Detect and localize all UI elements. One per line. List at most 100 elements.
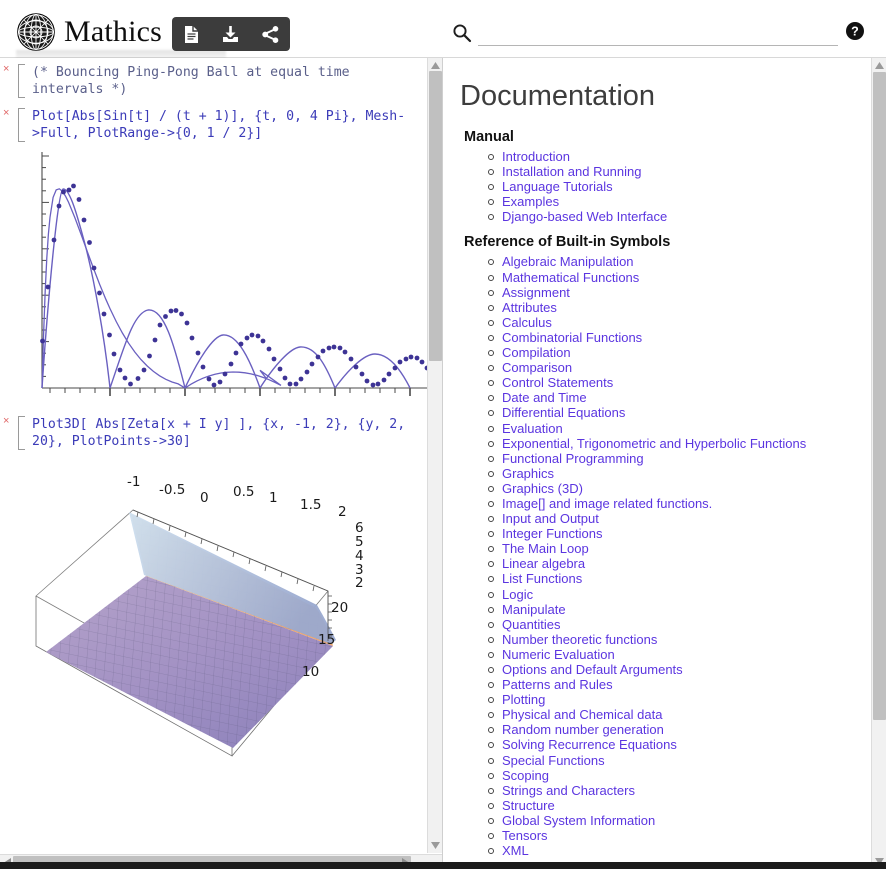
doc-link[interactable]: Differential Equations <box>502 405 625 420</box>
doc-link[interactable]: Number theoretic functions <box>502 632 657 647</box>
plot-2d-graphics <box>28 148 428 398</box>
new-document-button[interactable] <box>178 21 206 47</box>
help-button[interactable]: ? <box>846 22 864 40</box>
help-icon-glyph: ? <box>851 24 859 38</box>
scrollbar-thumb[interactable] <box>873 72 886 720</box>
search-icon[interactable] <box>452 23 472 43</box>
chevron-up-icon <box>431 62 440 69</box>
list-item: Quantities <box>502 617 854 632</box>
doc-link[interactable]: Functional Programming <box>502 451 644 466</box>
doc-link[interactable]: Examples <box>502 194 559 209</box>
input-cell[interactable]: × Plot3D[ Abs[Zeta[x + I y] ], {x, -1, 2… <box>0 410 428 454</box>
list-item: Solving Recurrence Equations <box>502 737 854 752</box>
brand-name: Mathics <box>64 12 162 52</box>
worksheet-cells[interactable]: × (* Bouncing Ping-Pong Ball at equal ti… <box>0 58 428 852</box>
delete-cell-button[interactable]: × <box>3 416 13 426</box>
doc-link[interactable]: Assignment <box>502 285 570 300</box>
list-item: Physical and Chemical data <box>502 707 854 722</box>
plot-3d-z-tick-labels: 6 5 4 3 2 <box>355 520 364 591</box>
doc-link[interactable]: Random number generation <box>502 722 664 737</box>
plot-2d-output <box>18 148 428 398</box>
doc-link[interactable]: Comparison <box>502 360 572 375</box>
code-text[interactable]: (* Bouncing Ping-Pong Ball at equal time… <box>28 62 428 100</box>
x-tick-label: 0.5 <box>233 484 254 500</box>
doc-link[interactable]: The Main Loop <box>502 541 589 556</box>
cell-body: (* Bouncing Ping-Pong Ball at equal time… <box>18 62 428 100</box>
doc-link[interactable]: Combinatorial Functions <box>502 330 642 345</box>
doc-link[interactable]: Strings and Characters <box>502 783 635 798</box>
doc-link[interactable]: Exponential, Trigonometric and Hyperboli… <box>502 436 806 451</box>
doc-link[interactable]: Date and Time <box>502 390 587 405</box>
list-item: Assignment <box>502 285 854 300</box>
brand: Mathics <box>16 12 162 52</box>
doc-link[interactable]: Global System Information <box>502 813 655 828</box>
doc-link[interactable]: Installation and Running <box>502 164 642 179</box>
doc-link[interactable]: Attributes <box>502 300 557 315</box>
section-heading-reference: Reference of Built-in Symbols <box>464 234 854 250</box>
list-item: Scoping <box>502 768 854 783</box>
delete-cell-button[interactable]: × <box>3 64 13 74</box>
chevron-down-icon <box>431 842 440 849</box>
list-item: Options and Default Arguments <box>502 662 854 677</box>
doc-link[interactable]: Django-based Web Interface <box>502 209 667 224</box>
doc-link[interactable]: Quantities <box>502 617 561 632</box>
search-bar <box>450 20 838 50</box>
doc-link[interactable]: Mathematical Functions <box>502 270 639 285</box>
documentation-pane: Documentation Manual Introduction Instal… <box>444 58 886 869</box>
doc-link[interactable]: Plotting <box>502 692 545 707</box>
doc-link[interactable]: List Functions <box>502 571 582 586</box>
cell-bracket[interactable] <box>18 416 25 450</box>
list-item: Language Tutorials <box>502 179 854 194</box>
list-item: Global System Information <box>502 813 854 828</box>
doc-link[interactable]: Compilation <box>502 345 571 360</box>
cell-bracket[interactable] <box>18 108 25 142</box>
cell-bracket[interactable] <box>18 64 25 98</box>
doc-link[interactable]: Structure <box>502 798 555 813</box>
doc-link[interactable]: Graphics (3D) <box>502 481 583 496</box>
list-item: Strings and Characters <box>502 783 854 798</box>
save-download-button[interactable] <box>217 21 245 47</box>
scroll-up-arrow[interactable] <box>872 58 886 73</box>
search-input[interactable] <box>478 20 838 46</box>
output-cell <box>0 146 428 404</box>
code-text[interactable]: Plot[Abs[Sin[t] / (t + 1)], {t, 0, 4 Pi}… <box>28 106 428 144</box>
cell-body: Plot[Abs[Sin[t] / (t + 1)], {t, 0, 4 Pi}… <box>18 106 428 144</box>
doc-link[interactable]: Patterns and Rules <box>502 677 613 692</box>
doc-link[interactable]: Logic <box>502 587 533 602</box>
list-item: XML <box>502 843 854 858</box>
doc-link[interactable]: Tensors <box>502 828 548 843</box>
doc-link[interactable]: Numeric Evaluation <box>502 647 615 662</box>
doc-link[interactable]: Scoping <box>502 768 549 783</box>
scrollbar-thumb[interactable] <box>429 71 442 361</box>
doc-link[interactable]: Image[] and image related functions. <box>502 496 712 511</box>
scroll-down-arrow[interactable] <box>428 838 443 853</box>
doc-link[interactable]: Input and Output <box>502 511 599 526</box>
doc-link[interactable]: Options and Default Arguments <box>502 662 683 677</box>
documentation-vertical-scrollbar[interactable] <box>871 58 886 869</box>
worksheet-vertical-scrollbar[interactable] <box>427 58 442 853</box>
delete-cell-button[interactable]: × <box>3 108 13 118</box>
doc-link[interactable]: Manipulate <box>502 602 566 617</box>
doc-link[interactable]: Evaluation <box>502 421 563 436</box>
x-tick-label: 0 <box>200 490 209 506</box>
section-heading-manual: Manual <box>464 129 854 145</box>
doc-link[interactable]: Solving Recurrence Equations <box>502 737 677 752</box>
doc-link[interactable]: XML <box>502 843 529 858</box>
list-item: Patterns and Rules <box>502 677 854 692</box>
doc-link[interactable]: Calculus <box>502 315 552 330</box>
doc-link[interactable]: Graphics <box>502 466 554 481</box>
doc-link[interactable]: Control Statements <box>502 375 613 390</box>
doc-link[interactable]: Linear algebra <box>502 556 585 571</box>
doc-link[interactable]: Integer Functions <box>502 526 602 541</box>
doc-link[interactable]: Algebraic Manipulation <box>502 254 634 269</box>
doc-link[interactable]: Special Functions <box>502 753 605 768</box>
input-cell[interactable]: × Plot[Abs[Sin[t] / (t + 1)], {t, 0, 4 P… <box>0 102 428 146</box>
input-cell[interactable]: × (* Bouncing Ping-Pong Ball at equal ti… <box>0 58 428 102</box>
share-button[interactable] <box>256 21 284 47</box>
list-item: Mathematical Functions <box>502 270 854 285</box>
doc-link[interactable]: Language Tutorials <box>502 179 613 194</box>
doc-link[interactable]: Physical and Chemical data <box>502 707 662 722</box>
list-item: Manipulate <box>502 602 854 617</box>
code-text[interactable]: Plot3D[ Abs[Zeta[x + I y] ], {x, -1, 2},… <box>28 414 428 452</box>
doc-link[interactable]: Introduction <box>502 149 570 164</box>
